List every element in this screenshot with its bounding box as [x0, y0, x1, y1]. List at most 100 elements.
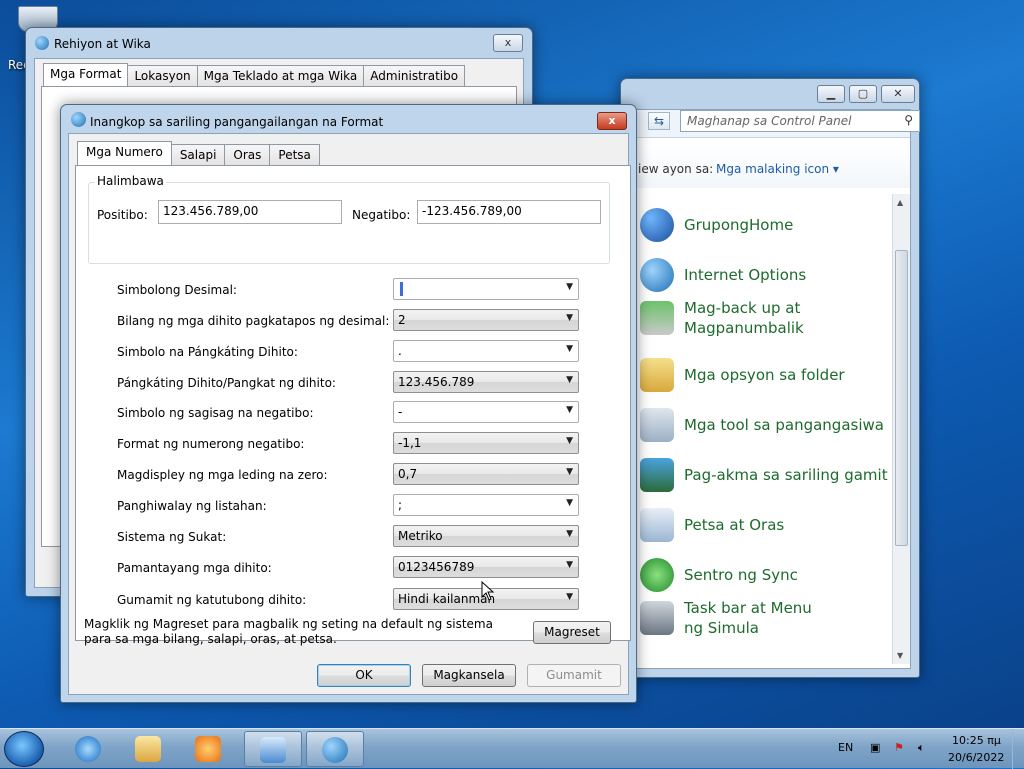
- tab-bar: Mga Format Lokasyon Mga Teklado at mga W…: [43, 63, 466, 87]
- decimal-digits-combo[interactable]: 2 ▼: [393, 309, 579, 331]
- control-panel-icon: [260, 737, 286, 763]
- scrollbar-thumb[interactable]: [895, 250, 908, 546]
- close-button[interactable]: ✕: [881, 85, 915, 103]
- digit-grouping-combo[interactable]: 123.456.789 ▼: [393, 371, 579, 393]
- taskbar-region[interactable]: [306, 731, 364, 767]
- native-digits-label: Gumamit ng katutubong dihito:: [117, 593, 307, 607]
- cp-item-sync-center[interactable]: Sentro ng Sync: [640, 558, 900, 592]
- refresh-icon[interactable]: ⇆: [648, 112, 670, 130]
- taskbar-explorer[interactable]: [120, 731, 178, 767]
- backup-icon: [640, 301, 674, 335]
- internet-explorer-icon: [75, 736, 101, 762]
- clock-time[interactable]: 10:25 πμ: [952, 734, 1001, 747]
- tab-date[interactable]: Petsa: [269, 144, 320, 165]
- media-player-icon: [195, 736, 221, 762]
- internet-options-icon: [640, 258, 674, 292]
- standard-digits-label: Pamantayang mga dihito:: [117, 561, 272, 575]
- action-center-icon[interactable]: ⚑: [894, 741, 904, 754]
- volume-icon[interactable]: 🔈︎: [918, 741, 925, 755]
- globe-icon: [35, 36, 49, 50]
- taskbar-media-player[interactable]: [180, 731, 238, 767]
- personalization-icon: [640, 458, 674, 492]
- chevron-down-icon[interactable]: ▼: [566, 282, 573, 292]
- leading-zeros-combo[interactable]: 0,7 ▼: [393, 463, 579, 485]
- decimal-symbol-label: Simbolong Desimal:: [117, 283, 237, 297]
- negative-format-combo[interactable]: -1,1 ▼: [393, 432, 579, 454]
- cp-item-folder-options[interactable]: Mga opsyon sa folder: [640, 358, 900, 392]
- customize-format-dialog: Inangkop sa sariling pangangailangan na …: [60, 104, 637, 703]
- chevron-down-icon[interactable]: ▼: [566, 436, 573, 446]
- homegroup-icon: [640, 208, 674, 242]
- chevron-down-icon[interactable]: ▼: [566, 344, 573, 354]
- reset-button[interactable]: Magreset: [533, 621, 611, 644]
- chevron-down-icon[interactable]: ▼: [566, 529, 573, 539]
- clock-date[interactable]: 20/6/2022: [948, 751, 1004, 764]
- negative-example: -123.456.789,00: [417, 200, 601, 224]
- chevron-down-icon[interactable]: ▼: [566, 498, 573, 508]
- date-time-icon: [640, 508, 674, 542]
- cp-item-homegroup[interactable]: GrupongHome: [640, 208, 900, 242]
- cp-item-admin-tools[interactable]: Mga tool sa pangangasiwa: [640, 408, 900, 442]
- positive-label: Positibo:: [97, 208, 148, 222]
- list-separator-label: Panghiwalay ng listahan:: [117, 499, 267, 513]
- leading-zeros-label: Magdispley ng mga leding na zero:: [117, 468, 328, 482]
- standard-digits-combo[interactable]: 0123456789 ▼: [393, 556, 579, 578]
- negative-sign-combo[interactable]: - ▼: [393, 401, 579, 423]
- tab-time[interactable]: Oras: [224, 144, 271, 165]
- tab-formats[interactable]: Mga Format: [43, 63, 129, 87]
- scroll-up-icon[interactable]: ▲: [897, 198, 903, 207]
- cp-item-date-time[interactable]: Petsa at Oras: [640, 508, 900, 542]
- cp-item-personalization[interactable]: Pag-akma sa sariling gamit: [640, 458, 900, 492]
- chevron-down-icon[interactable]: ▼: [566, 313, 573, 323]
- taskbar-menu-icon: [640, 601, 674, 635]
- chevron-down-icon[interactable]: ▼: [566, 592, 573, 602]
- search-icon[interactable]: ⚲: [904, 113, 913, 127]
- measurement-system-label: Sistema ng Sukat:: [117, 530, 227, 544]
- cancel-button[interactable]: Magkansela: [422, 664, 516, 687]
- chevron-down-icon[interactable]: ▼: [566, 405, 573, 415]
- tab-bar: Mga Numero Salapi Oras Petsa: [77, 141, 320, 166]
- minimize-button[interactable]: ▁: [817, 85, 845, 103]
- dialog-content: Mga Numero Salapi Oras Petsa Halimbawa P…: [68, 133, 631, 695]
- chevron-down-icon[interactable]: ▼: [566, 467, 573, 477]
- scroll-down-icon[interactable]: ▼: [897, 651, 903, 660]
- close-button[interactable]: x: [597, 112, 627, 130]
- language-indicator[interactable]: EN: [838, 741, 853, 754]
- cp-item-taskbar[interactable]: Task bar at Menu ng Simula: [640, 598, 900, 638]
- tab-currency[interactable]: Salapi: [170, 144, 226, 165]
- chevron-down-icon[interactable]: ▼: [566, 375, 573, 385]
- maximize-button[interactable]: ▢: [849, 85, 877, 103]
- decimal-symbol-combo[interactable]: ▼: [393, 278, 579, 300]
- list-separator-combo[interactable]: ; ▼: [393, 494, 579, 516]
- taskbar-internet-explorer[interactable]: [60, 731, 118, 767]
- globe-icon: [71, 112, 86, 127]
- network-icon[interactable]: ▣: [870, 741, 880, 754]
- search-input[interactable]: Maghanap sa Control Panel ⚲: [680, 110, 920, 132]
- cp-item-internet-options[interactable]: Internet Options: [640, 258, 900, 292]
- control-panel-window: ▁ ▢ ✕ ⇆ Maghanap sa Control Panel ⚲ iew …: [620, 78, 920, 678]
- tab-keyboards[interactable]: Mga Teklado at mga Wika: [196, 65, 365, 87]
- ok-button[interactable]: OK: [317, 664, 411, 687]
- measurement-system-combo[interactable]: Metriko ▼: [393, 525, 579, 547]
- folder-icon: [135, 736, 161, 762]
- tab-location[interactable]: Lokasyon: [127, 65, 198, 87]
- digit-grouping-symbol-combo[interactable]: . ▼: [393, 340, 579, 362]
- address-bar: ⇆ Maghanap sa Control Panel ⚲: [630, 110, 920, 138]
- taskbar-control-panel[interactable]: [244, 731, 302, 767]
- show-desktop-button[interactable]: [1012, 729, 1024, 769]
- apply-button[interactable]: Gumamit: [527, 664, 621, 687]
- text-cursor: [400, 282, 403, 296]
- digit-grouping-symbol-label: Simbolo na Pángkáting Dihito:: [117, 345, 298, 359]
- start-button[interactable]: [4, 731, 44, 767]
- taskbar: EN ▣ ⚑ 🔈︎ 10:25 πμ 20/6/2022: [0, 728, 1024, 769]
- tab-numbers[interactable]: Mga Numero: [77, 141, 172, 165]
- view-by-bar: iew ayon sa: Mga malaking icon ▾: [630, 144, 910, 188]
- vertical-scrollbar[interactable]: ▲ ▼: [892, 194, 910, 664]
- folder-options-icon: [640, 358, 674, 392]
- view-by-dropdown[interactable]: Mga malaking icon ▾: [716, 162, 839, 176]
- tab-administrative[interactable]: Administratibo: [363, 65, 466, 87]
- close-button[interactable]: x: [493, 34, 523, 52]
- cp-item-backup[interactable]: Mag-back up at Magpanumbalik: [640, 298, 900, 338]
- chevron-down-icon[interactable]: ▼: [566, 560, 573, 570]
- sync-center-icon: [640, 558, 674, 592]
